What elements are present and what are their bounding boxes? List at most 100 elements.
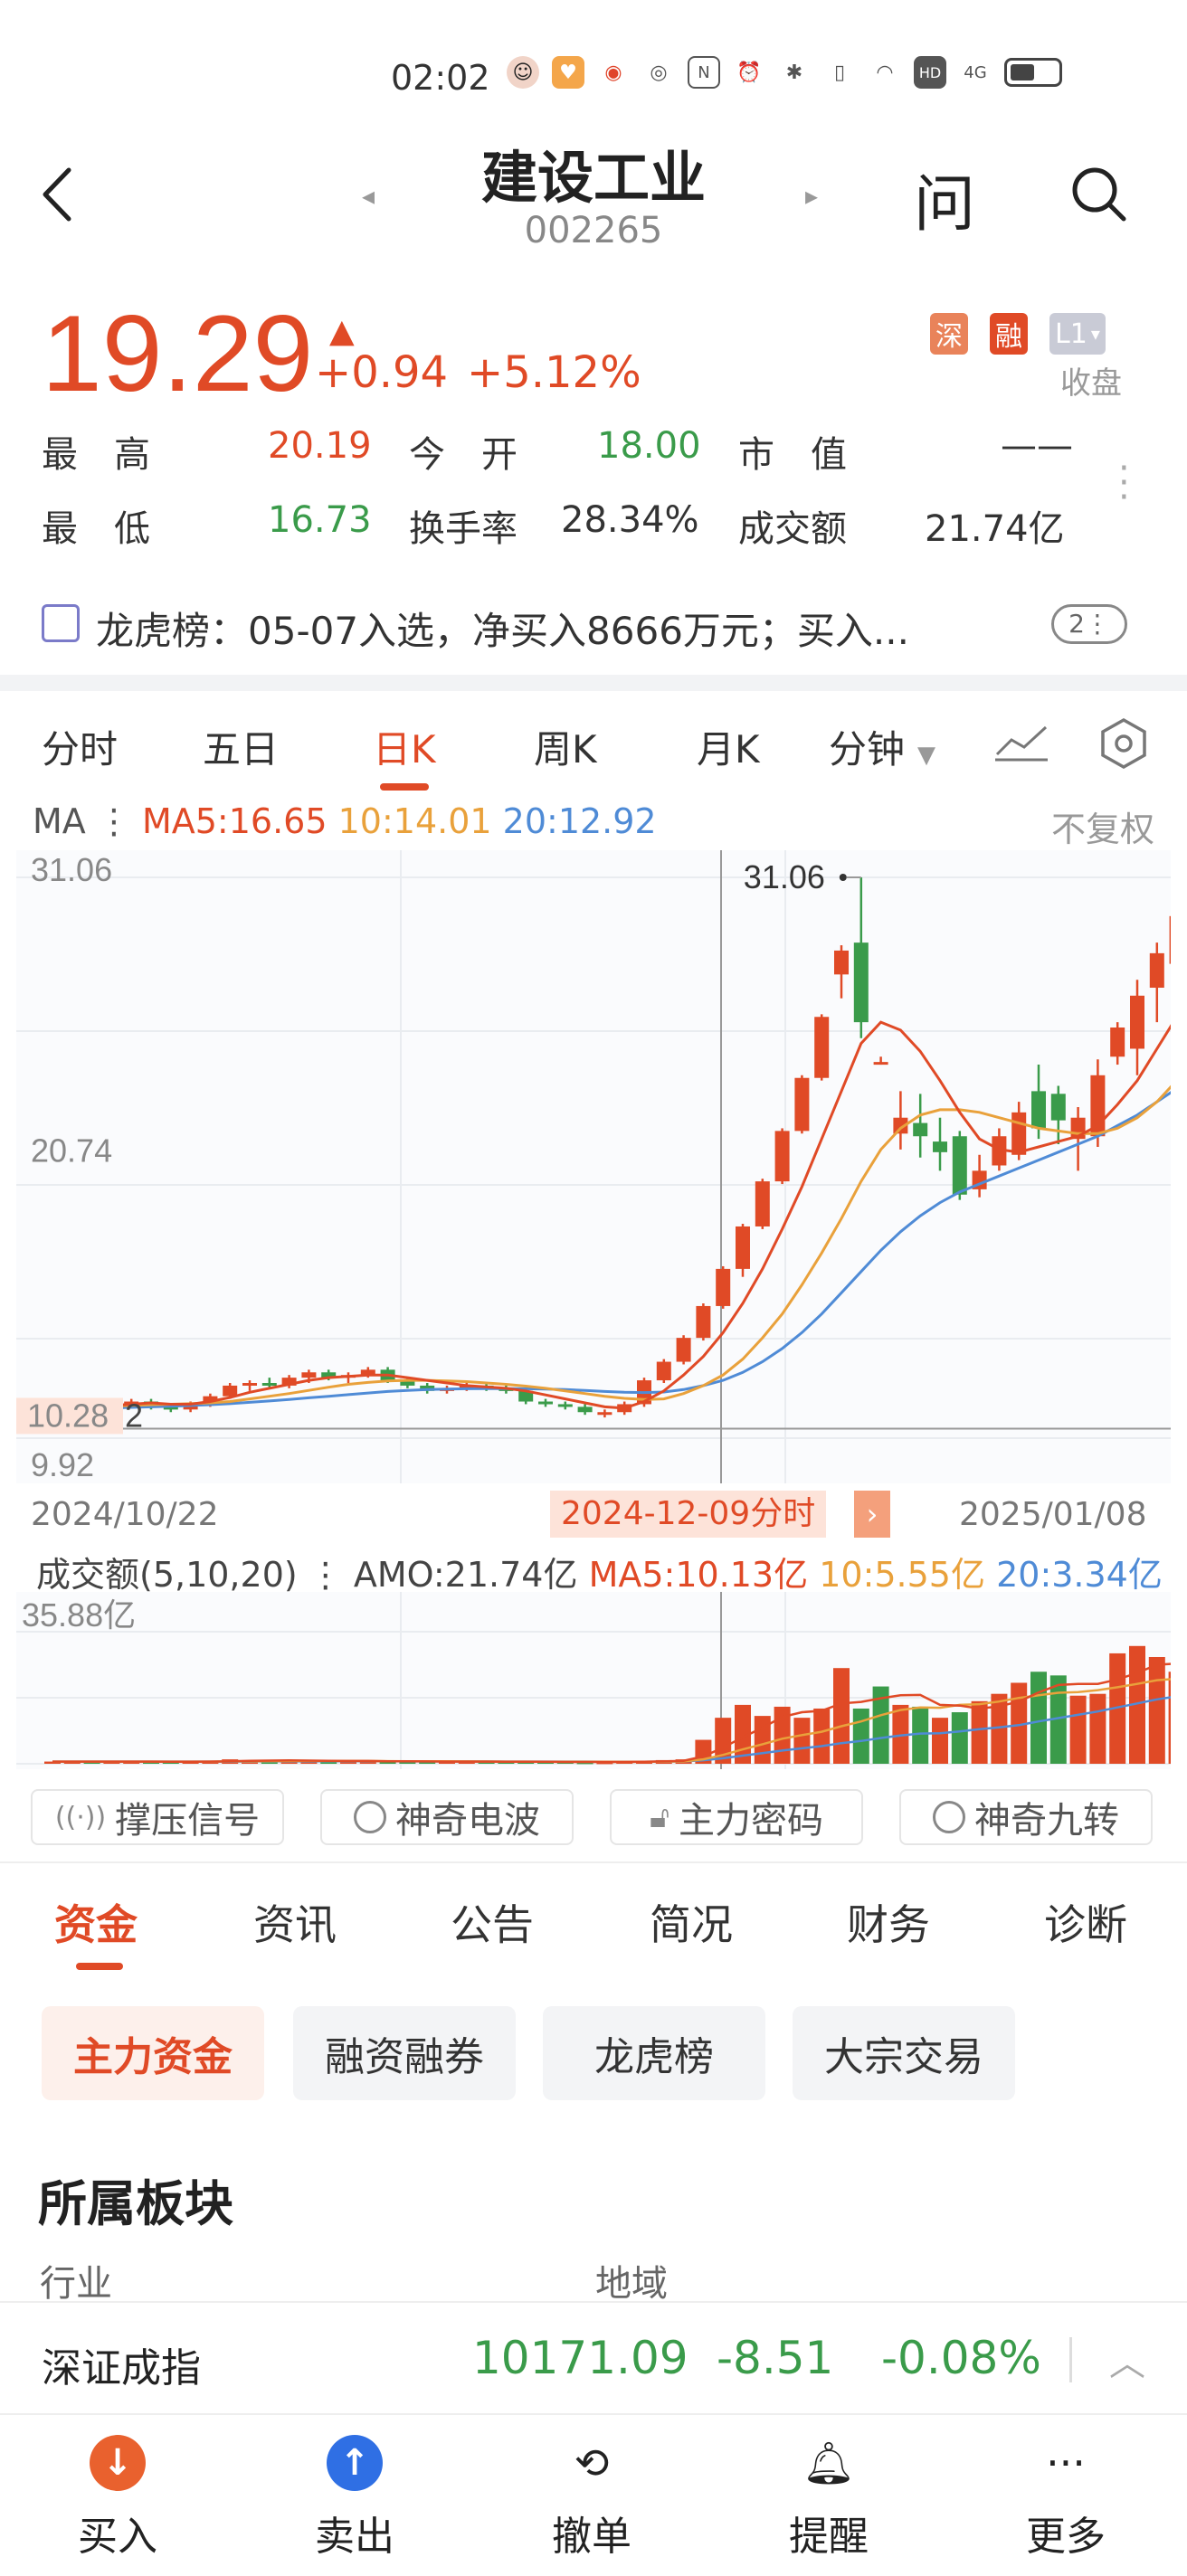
magic-nine-button[interactable]: 神奇九转	[899, 1789, 1153, 1845]
stat-amount-value: 21.74亿	[925, 508, 1065, 550]
buy-label: 买入	[78, 2514, 157, 2560]
volume-bar	[912, 1706, 929, 1764]
stat-low-value: 16.73	[268, 499, 372, 541]
candle-body	[1031, 1091, 1046, 1129]
ma5-value: MA5:16.65	[141, 801, 328, 841]
chevron-right-icon[interactable]: ›	[854, 1491, 890, 1538]
y-label-mid: 20.74	[31, 1132, 112, 1170]
price-change: +0.94	[315, 347, 449, 398]
volume-bar	[1069, 1695, 1087, 1764]
main-code-button[interactable]: 🔓︎ 主力密码	[610, 1789, 863, 1845]
magic-nine-label: 神奇九转	[974, 1800, 1119, 1842]
weibo-icon: ◉	[604, 61, 622, 84]
candle-body	[755, 1181, 770, 1226]
candle-body	[597, 1412, 612, 1416]
sector-region-label[interactable]: 地域	[595, 2254, 668, 2306]
tab-intraday[interactable]: 分时	[42, 719, 118, 774]
volume-bar	[932, 1718, 948, 1764]
dragon-tiger-text: 龙虎榜：05-07入选，净买入8666万元；买入...	[96, 609, 909, 653]
status-bar: 02:02 ☺ ♥ ◉ ◎ N ⏰ ✱ ▯ ◠ HD 4G	[0, 0, 1187, 136]
stat-mktcap-label: 市 值	[738, 434, 847, 476]
candle-body	[834, 950, 849, 975]
tab-financials[interactable]: 财务	[847, 1892, 930, 1952]
more-button[interactable]: ··· 更多	[993, 2435, 1138, 2562]
status-icons: ☺ ♥ ◉ ◎ N ⏰ ✱ ▯ ◠ HD 4G	[507, 56, 1062, 89]
chip-dragon-tiger[interactable]: 龙虎榜	[543, 2006, 765, 2100]
magic-wave-button[interactable]: 神奇电波	[320, 1789, 574, 1845]
candlestick-chart[interactable]: 31.06 20.74 10.28 2 9.92 31.06	[16, 850, 1171, 1483]
chip-block-trade[interactable]: 大宗交易	[793, 2006, 1015, 2100]
indicator-settings-icon[interactable]	[993, 720, 1049, 763]
more-label: 更多	[1026, 2514, 1106, 2560]
amo-ma20: 20:3.34亿	[996, 1555, 1163, 1595]
candle-body	[696, 1305, 711, 1339]
chip-margin-trading[interactable]: 融资融券	[293, 2006, 516, 2100]
magic-wave-label: 神奇电波	[395, 1800, 540, 1842]
candle-body	[1050, 1094, 1066, 1121]
hd-icon: HD	[914, 56, 946, 89]
section-divider	[0, 675, 1187, 691]
alert-label: 提醒	[789, 2514, 869, 2560]
candle-body	[301, 1372, 317, 1378]
stat-high-label: 最 高	[42, 434, 150, 476]
search-icon[interactable]	[1068, 163, 1131, 226]
wifi-icon: ◠	[876, 61, 894, 84]
ask-button[interactable]: 问	[914, 154, 975, 243]
chart-grid	[16, 850, 1171, 1483]
tab-minute[interactable]: 分钟 ▼	[829, 719, 935, 774]
stat-amount-label: 成交额	[738, 508, 847, 550]
volume-bar	[1030, 1672, 1047, 1764]
tab-announcements[interactable]: 公告	[451, 1892, 534, 1952]
next-stock-icon[interactable]: ▸	[805, 181, 818, 211]
volume-chart[interactable]: 35.88亿	[16, 1592, 1171, 1769]
tab-profile[interactable]: 简况	[650, 1892, 733, 1952]
volume-bar	[1168, 1672, 1171, 1764]
cancel-order-button[interactable]: ⟲ 撤单	[519, 2435, 664, 2562]
tab-monthly-k[interactable]: 月K	[697, 719, 760, 774]
wave-icon	[354, 1801, 386, 1833]
volume-axis-labels: 35.88亿	[22, 1596, 136, 1634]
tab-weekly-k[interactable]: 周K	[534, 719, 597, 774]
candle-body	[676, 1338, 691, 1362]
check-circle-icon	[933, 1801, 965, 1833]
selected-date[interactable]: 2024-12-09分时	[550, 1491, 827, 1538]
chevron-down-icon: ▼	[917, 742, 936, 769]
chevron-down-icon: ▾	[1090, 323, 1100, 345]
tab-daily-k[interactable]: 日K	[373, 719, 436, 774]
buy-button[interactable]: ↓ 买入	[45, 2435, 190, 2562]
support-resistance-label: 撑压信号	[115, 1800, 261, 1842]
candle-body	[242, 1382, 257, 1386]
battery-icon	[1004, 58, 1062, 87]
up-arrow-icon: ▲	[329, 313, 355, 350]
y-label-bottom: 9.92	[31, 1446, 94, 1483]
support-resistance-button[interactable]: ((·)) 撑压信号	[31, 1789, 284, 1845]
index-ticker[interactable]: 深证成指 10171.09 -8.51 -0.08% ︿	[0, 2301, 1187, 2413]
chevron-up-icon[interactable]: ︿	[1109, 2334, 1145, 2386]
adjust-mode[interactable]: 不复权	[1051, 801, 1154, 851]
stat-turnover-label: 换手率	[409, 508, 518, 550]
tab-five-day[interactable]: 五日	[203, 719, 279, 774]
sell-button[interactable]: ↑ 卖出	[282, 2435, 427, 2562]
stat-open-value: 18.00	[597, 425, 701, 467]
amo-legend[interactable]: 成交额(5,10,20) ⋮ AMO:21.74亿 MA5:10.13亿 10:…	[36, 1547, 1163, 1596]
app-badge-icon: ♥	[552, 56, 584, 89]
bottom-nav: ↓ 买入 ↑ 卖出 ⟲ 撤单 🔔︎ 提醒 ··· 更多	[0, 2413, 1187, 2576]
chip-main-funds[interactable]: 主力资金	[42, 2006, 264, 2100]
ma-legend[interactable]: MA ⋮ MA5:16.65 10:14.01 20:12.92	[33, 801, 657, 841]
candle-body	[736, 1226, 750, 1269]
buy-icon: ↓	[90, 2435, 146, 2491]
tab-diagnosis[interactable]: 诊断	[1044, 1892, 1127, 1952]
signal-icon: 4G	[964, 62, 987, 82]
dragon-tiger-count[interactable]: 2⋮	[1051, 604, 1127, 644]
more-vertical-icon[interactable]: · · ·	[1118, 450, 1130, 516]
index-name: 深证成指	[42, 2345, 201, 2391]
tab-funds[interactable]: 资金	[54, 1892, 138, 1952]
tab-news[interactable]: 资讯	[253, 1892, 337, 1952]
avatar-icon: ☺	[507, 56, 539, 89]
sector-industry-label[interactable]: 行业	[40, 2254, 112, 2306]
dragon-tiger-banner[interactable]: 龙虎榜：05-07入选，净买入8666万元；买入... 2⋮	[42, 597, 1145, 653]
alert-button[interactable]: 🔔︎ 提醒	[756, 2435, 901, 2562]
badge-level1[interactable]: L1 ▾	[1049, 313, 1106, 355]
candle-body	[794, 1077, 810, 1132]
settings-hex-icon[interactable]	[1097, 716, 1151, 771]
